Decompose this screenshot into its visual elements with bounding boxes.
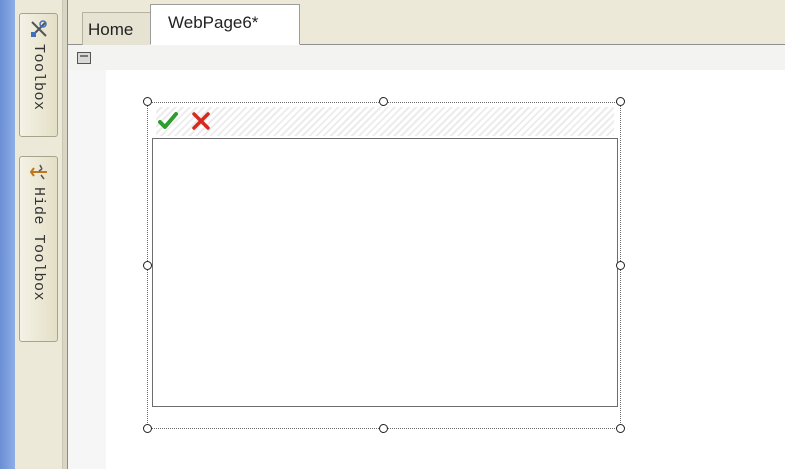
design-margin: [68, 70, 106, 469]
tab-webpage6[interactable]: WebPage6*: [150, 4, 300, 45]
window-frame-edge: [0, 0, 15, 469]
resize-handle-top-left[interactable]: [143, 97, 152, 106]
toolbox-label: Toolbox: [30, 44, 47, 111]
resize-handle-top[interactable]: [379, 97, 388, 106]
hide-toolbox-label: Hide Toolbox: [30, 187, 47, 302]
resize-handle-right[interactable]: [616, 261, 625, 270]
resize-handle-top-right[interactable]: [616, 97, 625, 106]
tab-webpage6-label: WebPage6*: [168, 13, 259, 32]
resize-handle-left[interactable]: [143, 261, 152, 270]
document-tab-strip: Home WebPage6*: [68, 0, 785, 45]
selection-frame: [147, 102, 621, 429]
designer-window: Toolbox Hide Toolbox Home WebPage6*: [0, 0, 785, 469]
resize-handle-bottom-right[interactable]: [616, 424, 625, 433]
pin-icon: [29, 164, 47, 180]
toolbox-tab[interactable]: Toolbox: [19, 13, 58, 137]
page-icon[interactable]: [77, 52, 91, 64]
hide-toolbox-tab[interactable]: Hide Toolbox: [19, 156, 58, 342]
resize-handle-bottom[interactable]: [379, 424, 388, 433]
tab-home-label: Home: [88, 20, 134, 39]
designer-header-bar: [68, 45, 785, 70]
toolbox-icon: [31, 20, 47, 37]
resize-handle-bottom-left[interactable]: [143, 424, 152, 433]
tab-home[interactable]: Home: [82, 12, 152, 45]
